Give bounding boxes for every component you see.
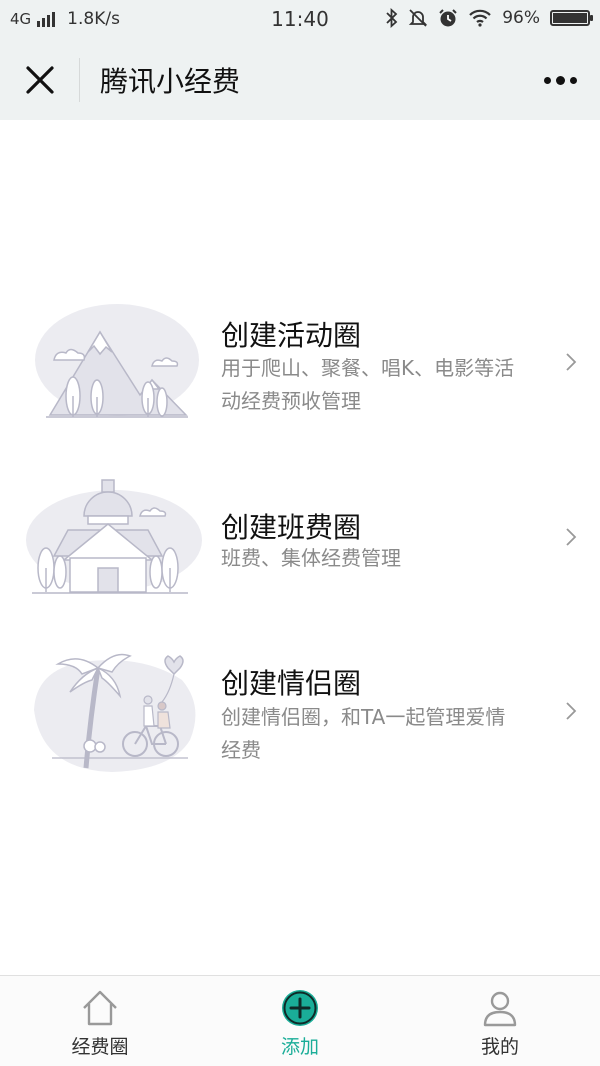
card-description-line: 用于爬山、聚餐、唱K、电影等活 xyxy=(221,356,515,380)
bottom-tab-bar: 经费圈 添加 我的 xyxy=(0,975,600,1066)
tab-funding-circle[interactable]: 经费圈 xyxy=(0,976,200,1066)
more-dot-icon xyxy=(543,76,551,84)
home-icon xyxy=(83,990,117,1026)
card-title: 创建活动圈 xyxy=(221,319,362,352)
create-class-fee-circle-item[interactable]: 创建班费圈 班费、集体经费管理 xyxy=(0,472,600,622)
status-bar: 4G 1.8K/s 11:40 96% xyxy=(0,0,600,40)
tab-label: 添加 xyxy=(280,1036,319,1058)
tab-label: 经费圈 xyxy=(71,1036,129,1058)
more-options-button[interactable] xyxy=(540,66,580,94)
chevron-right-icon xyxy=(566,353,577,371)
close-icon[interactable] xyxy=(20,60,60,100)
wifi-icon xyxy=(469,9,491,27)
bluetooth-icon xyxy=(386,8,398,28)
tab-add[interactable]: 添加 xyxy=(200,976,400,1066)
person-icon xyxy=(483,991,517,1027)
card-description: 班费、集体经费管理 xyxy=(221,542,546,575)
battery-percent: 96% xyxy=(502,8,540,28)
status-right: 96% xyxy=(386,8,593,28)
couple-bicycle-icon xyxy=(34,653,196,772)
mountains-icon xyxy=(35,304,199,418)
school-building-icon xyxy=(26,479,202,594)
card-description-line: 经费 xyxy=(221,738,261,762)
alarm-icon xyxy=(439,9,457,27)
header-divider xyxy=(79,58,80,102)
card-description-line: 创建情侣圈，和TA一起管理爱情 xyxy=(221,705,506,729)
battery-icon xyxy=(550,10,593,26)
card-description: 用于爬山、聚餐、唱K、电影等活 动经费预收管理 xyxy=(221,352,546,418)
tab-mine[interactable]: 我的 xyxy=(400,976,600,1066)
card-title: 创建情侣圈 xyxy=(221,667,362,700)
create-couple-circle-item[interactable]: 创建情侣圈 创建情侣圈，和TA一起管理爱情 经费 xyxy=(0,640,600,790)
tab-label: 我的 xyxy=(480,1036,519,1058)
page-title: 腾讯小经费 xyxy=(100,65,241,98)
chevron-right-icon xyxy=(566,528,577,546)
card-description-line: 班费、集体经费管理 xyxy=(221,546,401,570)
header-bar: 腾讯小经费 xyxy=(0,40,600,120)
card-title: 创建班费圈 xyxy=(221,511,362,544)
create-activity-circle-item[interactable]: 创建活动圈 用于爬山、聚餐、唱K、电影等活 动经费预收管理 xyxy=(0,300,600,450)
mute-bell-icon xyxy=(409,9,428,27)
plus-circle-icon xyxy=(282,990,318,1026)
more-dot-icon xyxy=(569,76,577,84)
card-description-line: 动经费预收管理 xyxy=(221,389,361,413)
card-description: 创建情侣圈，和TA一起管理爱情 经费 xyxy=(221,701,546,767)
more-dot-icon xyxy=(555,75,565,85)
chevron-right-icon xyxy=(566,702,577,720)
